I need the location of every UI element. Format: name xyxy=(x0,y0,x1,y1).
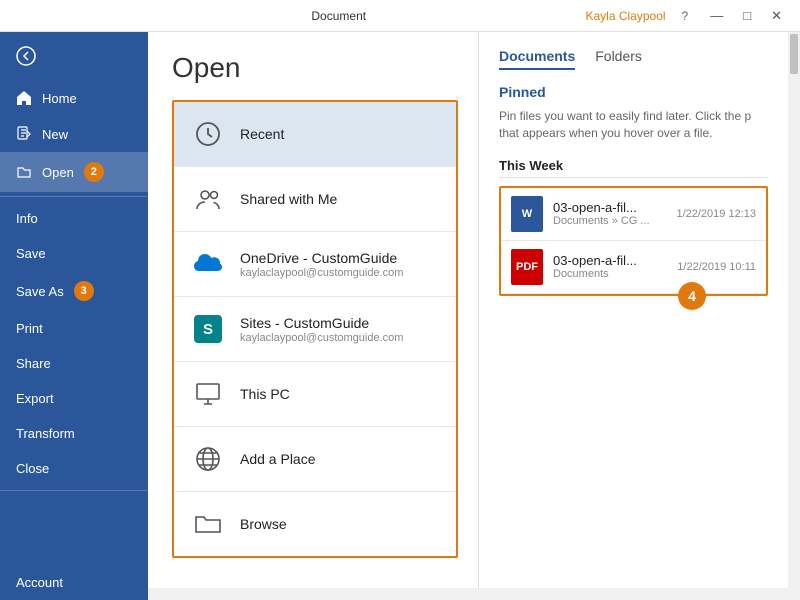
location-onedrive-sub: kaylaclaypool@customguide.com xyxy=(240,267,403,279)
page-title: Open xyxy=(172,52,458,84)
location-recent-text: Recent xyxy=(240,126,284,142)
word-icon: W xyxy=(511,196,543,232)
location-list: Recent xyxy=(172,100,458,558)
sidebar-item-account-label: Account xyxy=(16,575,63,590)
right-panel: Documents Folders Pinned Pin files you w… xyxy=(478,32,788,588)
file-meta-1: 03-open-a-fil... Documents » CG ... xyxy=(553,200,666,227)
location-onedrive[interactable]: OneDrive - CustomGuide kaylaclaypool@cus… xyxy=(174,232,456,297)
location-addplace-label: Add a Place xyxy=(240,451,316,467)
location-shared[interactable]: Shared with Me xyxy=(174,167,456,232)
computer-icon xyxy=(190,376,226,412)
sidebar-item-print-label: Print xyxy=(16,321,43,336)
sidebar-item-new-label: New xyxy=(42,127,68,142)
open-badge: 2 xyxy=(84,162,104,182)
sidebar-item-home[interactable]: Home xyxy=(0,80,148,116)
location-sites-label: Sites - CustomGuide xyxy=(240,315,403,331)
sidebar-item-save[interactable]: Save xyxy=(0,236,148,271)
window-title: Document xyxy=(92,9,586,23)
sidebar-item-save-label: Save xyxy=(16,246,46,261)
globe-icon xyxy=(190,441,226,477)
vertical-scrollbar[interactable] xyxy=(788,32,800,588)
titlebar: Document Kayla Claypool ? — □ ✕ xyxy=(0,0,800,32)
file-item-2[interactable]: PDF 03-open-a-fil... Documents 1/22/2019… xyxy=(501,241,766,294)
file-name-2: 03-open-a-fil... xyxy=(553,253,667,268)
pinned-label: Pinned xyxy=(499,84,768,100)
sidebar-item-info[interactable]: Info xyxy=(0,201,148,236)
sidebar-item-close-label: Close xyxy=(16,461,49,476)
file-name-1: 03-open-a-fil... xyxy=(553,200,666,215)
location-sites-sub: kaylaclaypool@customguide.com xyxy=(240,332,403,344)
file-item-1[interactable]: W 03-open-a-fil... Documents » CG ... 1/… xyxy=(501,188,766,241)
sidebar-item-export[interactable]: Export xyxy=(0,381,148,416)
sidebar-item-info-label: Info xyxy=(16,211,38,226)
sidebar-item-new[interactable]: New xyxy=(0,116,148,152)
window-controls: — □ ✕ xyxy=(704,8,788,24)
content-area: Open Recent xyxy=(148,32,800,600)
sharepoint-icon: S xyxy=(190,311,226,347)
open-page: Open Recent xyxy=(148,32,800,588)
people-icon xyxy=(190,181,226,217)
tabs-row: Documents Folders xyxy=(499,48,768,70)
save-as-badge: 3 xyxy=(74,281,94,301)
sidebar-item-save-as[interactable]: Save As 3 xyxy=(0,271,148,311)
sidebar-item-open[interactable]: Open 2 xyxy=(0,152,148,192)
file-meta-2: 03-open-a-fil... Documents xyxy=(553,253,667,280)
sidebar-item-close[interactable]: Close xyxy=(0,451,148,486)
location-thispc-label: This PC xyxy=(240,386,290,402)
cloud-icon xyxy=(190,246,226,282)
pdf-icon-label: PDF xyxy=(516,261,538,273)
sidebar: Home New Open 2 Info Save Save As 3 Pri xyxy=(0,32,148,600)
pinned-description: Pin files you want to easily find later.… xyxy=(499,108,768,142)
file-path-2: Documents xyxy=(553,268,667,280)
sidebar-item-open-label: Open xyxy=(42,165,74,180)
file-list: W 03-open-a-fil... Documents » CG ... 1/… xyxy=(499,186,768,296)
sidebar-item-share[interactable]: Share xyxy=(0,346,148,381)
location-browse-label: Browse xyxy=(240,516,287,532)
folder-icon xyxy=(190,506,226,542)
sidebar-item-home-label: Home xyxy=(42,91,77,106)
badge-4: 4 xyxy=(678,282,706,310)
this-week-label: This Week xyxy=(499,154,768,178)
tab-documents[interactable]: Documents xyxy=(499,48,575,70)
sidebar-item-save-as-label: Save As xyxy=(16,284,64,299)
sidebar-item-share-label: Share xyxy=(16,356,51,371)
horizontal-scrollbar[interactable] xyxy=(148,588,800,600)
close-button[interactable]: ✕ xyxy=(765,8,788,24)
location-recent-label: Recent xyxy=(240,126,284,142)
word-icon-label: W xyxy=(522,208,532,220)
sidebar-item-transform[interactable]: Transform xyxy=(0,416,148,451)
minimize-button[interactable]: — xyxy=(704,8,729,23)
sidebar-item-transform-label: Transform xyxy=(16,426,75,441)
back-button[interactable] xyxy=(0,32,148,80)
file-date-1: 1/22/2019 12:13 xyxy=(676,208,756,220)
location-addplace[interactable]: Add a Place xyxy=(174,427,456,492)
help-button[interactable]: ? xyxy=(682,9,689,23)
location-thispc[interactable]: This PC xyxy=(174,362,456,427)
location-onedrive-label: OneDrive - CustomGuide xyxy=(240,250,403,266)
badge-4-container: 4 xyxy=(678,282,706,310)
left-panel: Open Recent xyxy=(148,32,478,588)
user-name: Kayla Claypool xyxy=(586,9,666,23)
file-date-2: 1/22/2019 10:11 xyxy=(677,261,756,273)
sidebar-item-print[interactable]: Print xyxy=(0,311,148,346)
location-recent[interactable]: Recent xyxy=(174,102,456,167)
sidebar-item-export-label: Export xyxy=(16,391,54,406)
tab-folders[interactable]: Folders xyxy=(595,48,642,70)
location-shared-label: Shared with Me xyxy=(240,191,337,207)
clock-icon xyxy=(190,116,226,152)
pdf-icon: PDF xyxy=(511,249,543,285)
sidebar-item-account[interactable]: Account xyxy=(0,565,148,600)
location-browse[interactable]: Browse xyxy=(174,492,456,556)
app-body: Home New Open 2 Info Save Save As 3 Pri xyxy=(0,32,800,600)
file-path-1: Documents » CG ... xyxy=(553,215,666,227)
maximize-button[interactable]: □ xyxy=(737,8,757,23)
location-sites[interactable]: S Sites - CustomGuide kaylaclaypool@cust… xyxy=(174,297,456,362)
